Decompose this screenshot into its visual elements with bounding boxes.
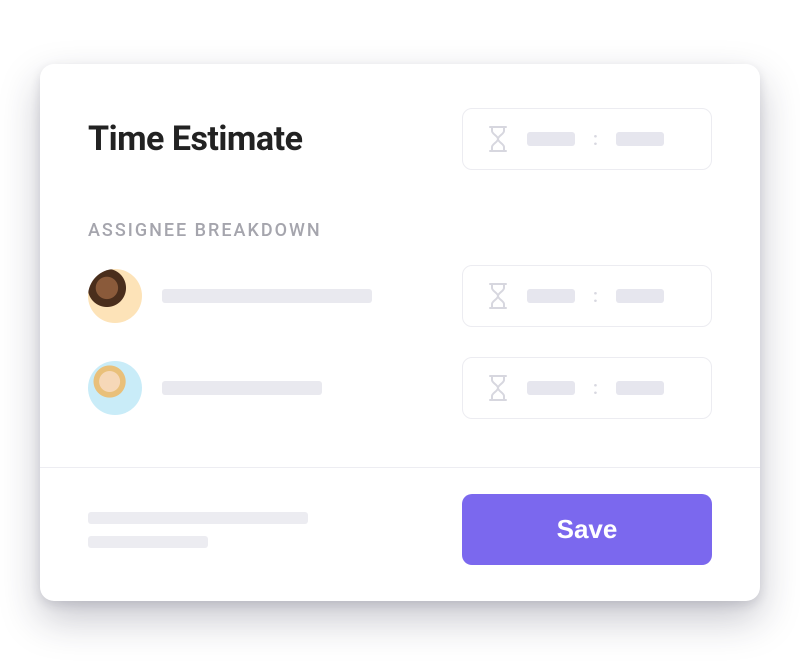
assignee-name — [162, 289, 372, 303]
assignee-row: : — [88, 357, 712, 419]
assignee-list: : : — [88, 265, 712, 419]
section-label: ASSIGNEE BREAKDOWN — [88, 220, 712, 241]
assignee-row: : — [88, 265, 712, 327]
assignee-left — [88, 269, 372, 323]
hours-field[interactable] — [527, 289, 575, 303]
assignee-name — [162, 381, 322, 395]
avatar — [88, 269, 142, 323]
hourglass-icon — [487, 282, 509, 310]
time-estimate-card: Time Estimate : ASSIGNEE BREAKDOWN — [40, 64, 760, 601]
hours-field[interactable] — [527, 381, 575, 395]
hourglass-icon — [487, 374, 509, 402]
avatar — [88, 361, 142, 415]
time-separator: : — [593, 378, 598, 399]
title: Time Estimate — [88, 119, 302, 159]
minutes-field[interactable] — [616, 289, 664, 303]
time-separator: : — [593, 129, 598, 150]
assignee-time-input[interactable]: : — [462, 357, 712, 419]
footer-line-1 — [88, 512, 308, 524]
card-footer: Save — [40, 467, 760, 601]
footer-text-block — [88, 512, 308, 548]
header-row: Time Estimate : — [88, 108, 712, 170]
card-body: Time Estimate : ASSIGNEE BREAKDOWN — [40, 64, 760, 467]
hours-field[interactable] — [527, 132, 575, 146]
total-time-input[interactable]: : — [462, 108, 712, 170]
minutes-field[interactable] — [616, 381, 664, 395]
hourglass-icon — [487, 125, 509, 153]
minutes-field[interactable] — [616, 132, 664, 146]
assignee-time-input[interactable]: : — [462, 265, 712, 327]
footer-line-2 — [88, 536, 208, 548]
time-separator: : — [593, 286, 598, 307]
save-button[interactable]: Save — [462, 494, 712, 565]
assignee-left — [88, 361, 322, 415]
